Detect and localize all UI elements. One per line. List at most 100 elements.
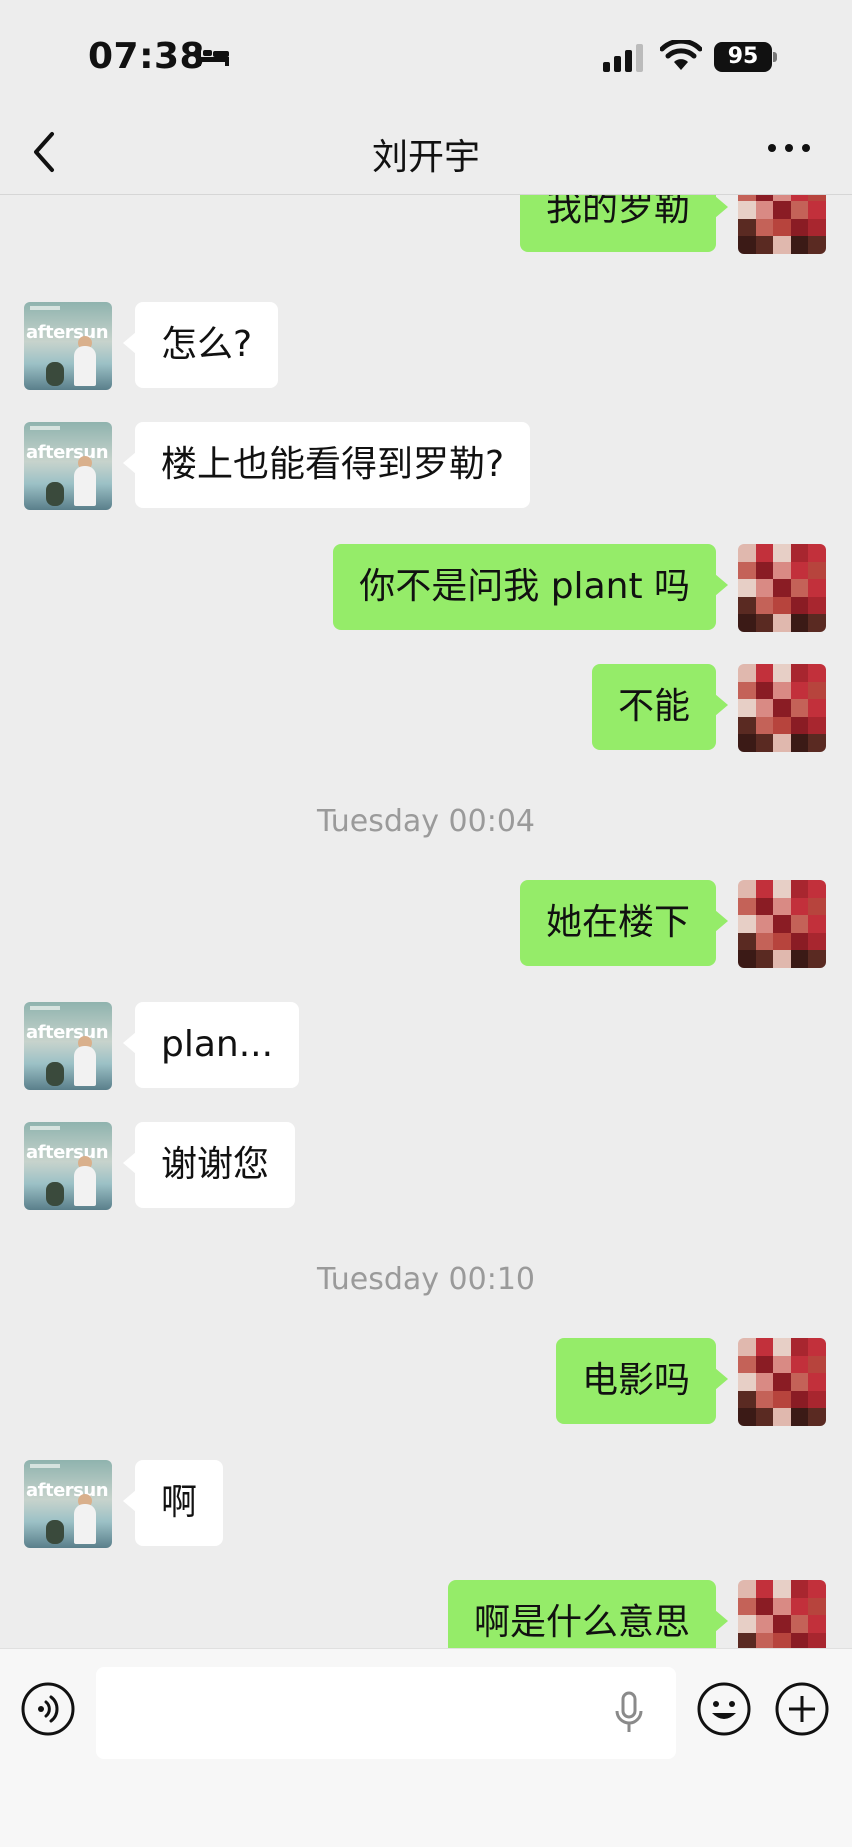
sleep-focus-icon — [197, 48, 229, 66]
avatar-pixel — [773, 699, 791, 717]
voice-input-icon[interactable] — [20, 1681, 76, 1737]
avatar-pixel — [738, 880, 756, 898]
avatar-pixel — [773, 614, 791, 632]
message-list[interactable]: 我的罗勒 aftersun 怎么? aftersun 楼上也能看得到罗勒? 你不… — [0, 194, 852, 1648]
avatar-pixel — [738, 1390, 756, 1409]
avatar-pixel — [790, 236, 809, 254]
wifi-icon — [660, 40, 702, 70]
avatar-pixel — [755, 1632, 774, 1648]
incoming-message-bubble[interactable]: 怎么? — [122, 302, 279, 388]
avatar-pixel — [790, 1338, 809, 1356]
avatar-pixel — [755, 1373, 774, 1391]
poster-caption — [30, 426, 60, 430]
message-row-outgoing: 啊是什么意思 — [0, 1580, 852, 1648]
message-input[interactable] — [96, 1667, 676, 1759]
incoming-message-bubble[interactable]: plan... — [122, 1002, 300, 1088]
avatar-pixel — [755, 614, 774, 632]
avatar-pixel — [808, 1408, 826, 1426]
message-row-incoming: aftersun plan... — [0, 1002, 852, 1090]
avatar-pixel — [773, 561, 791, 580]
outgoing-message-bubble[interactable]: 你不是问我 plant 吗 — [333, 544, 728, 630]
avatar-pixel — [738, 544, 756, 562]
outgoing-message-bubble[interactable]: 她在楼下 — [519, 880, 729, 966]
contact-avatar[interactable]: aftersun — [24, 302, 112, 390]
incoming-message-bubble[interactable]: 楼上也能看得到罗勒? — [122, 422, 531, 508]
avatar-pixel — [773, 596, 791, 615]
avatar-pixel — [755, 579, 774, 597]
contact-avatar[interactable]: aftersun — [24, 1460, 112, 1548]
poster-figure — [74, 466, 96, 506]
avatar-pixel — [808, 734, 826, 752]
avatar-pixel — [808, 932, 826, 951]
avatar-pixel — [738, 201, 756, 219]
message-timestamp: Tuesday 00:04 — [316, 804, 536, 839]
my-avatar[interactable] — [738, 664, 826, 752]
emoji-icon[interactable] — [696, 1681, 752, 1737]
avatar-pixel — [790, 897, 809, 916]
plus-icon[interactable] — [774, 1681, 830, 1737]
battery-indicator: 95 — [714, 42, 772, 72]
avatar-pixel — [738, 915, 756, 933]
avatar-pixel — [755, 194, 774, 202]
contact-avatar[interactable]: aftersun — [24, 422, 112, 510]
avatar-pixel — [755, 716, 774, 735]
outgoing-message-bubble[interactable]: 电影吗 — [555, 1338, 729, 1424]
status-time: 07:38 — [88, 36, 206, 77]
avatar-pixel — [755, 1390, 774, 1409]
avatar-pixel — [738, 1408, 756, 1426]
avatar-pixel — [755, 1408, 774, 1426]
avatar-pixel — [808, 1390, 826, 1409]
avatar-pixel — [790, 664, 809, 682]
my-avatar[interactable] — [738, 1580, 826, 1648]
avatar-pixel — [808, 1355, 826, 1374]
chat-header: 刘开宇 — [0, 110, 852, 195]
avatar-pixel — [755, 1338, 774, 1356]
avatar-pixel — [738, 681, 756, 700]
avatar-pixel — [808, 236, 826, 254]
avatar-pixel — [790, 915, 809, 933]
avatar-pixel — [755, 1580, 774, 1598]
poster-figure — [74, 346, 96, 386]
poster-figure — [46, 1182, 64, 1206]
outgoing-message-bubble[interactable]: 不能 — [591, 664, 729, 750]
avatar-pixel — [773, 915, 791, 933]
message-row-outgoing: 我的罗勒 — [0, 194, 852, 254]
avatar-pixel — [773, 932, 791, 951]
poster-caption — [30, 1006, 60, 1010]
incoming-message-bubble[interactable]: 啊 — [122, 1460, 224, 1546]
avatar-pixel — [755, 734, 774, 752]
avatar-pixel — [755, 897, 774, 916]
avatar-pixel — [808, 699, 826, 717]
message-row-outgoing: 她在楼下 — [0, 880, 852, 968]
avatar-pixel — [790, 201, 809, 219]
contact-avatar[interactable]: aftersun — [24, 1002, 112, 1090]
avatar-pixel — [808, 561, 826, 580]
avatar-pixel — [790, 614, 809, 632]
my-avatar[interactable] — [738, 1338, 826, 1426]
avatar-pixel — [773, 664, 791, 682]
avatar-pixel — [773, 950, 791, 968]
avatar-pixel — [773, 734, 791, 752]
more-options-icon[interactable] — [766, 138, 812, 158]
outgoing-message-bubble[interactable]: 啊是什么意思 — [447, 1580, 729, 1648]
my-avatar[interactable] — [738, 544, 826, 632]
avatar-pixel — [755, 664, 774, 682]
avatar-pixel — [738, 1597, 756, 1616]
avatar-pixel — [773, 897, 791, 916]
microphone-icon[interactable] — [614, 1691, 644, 1735]
avatar-pixel — [808, 1615, 826, 1633]
avatar-pixel — [738, 614, 756, 632]
incoming-message-bubble[interactable]: 谢谢您 — [122, 1122, 296, 1208]
contact-avatar[interactable]: aftersun — [24, 1122, 112, 1210]
my-avatar[interactable] — [738, 194, 826, 254]
avatar-pixel — [773, 1390, 791, 1409]
message-row-incoming: aftersun 楼上也能看得到罗勒? — [0, 422, 852, 510]
outgoing-message-bubble[interactable]: 我的罗勒 — [519, 194, 729, 252]
avatar-pixel — [738, 1632, 756, 1648]
avatar-pixel — [808, 1597, 826, 1616]
avatar-pixel — [790, 561, 809, 580]
message-row-outgoing: 不能 — [0, 664, 852, 752]
avatar-pixel — [738, 596, 756, 615]
my-avatar[interactable] — [738, 880, 826, 968]
avatar-pixel — [808, 915, 826, 933]
